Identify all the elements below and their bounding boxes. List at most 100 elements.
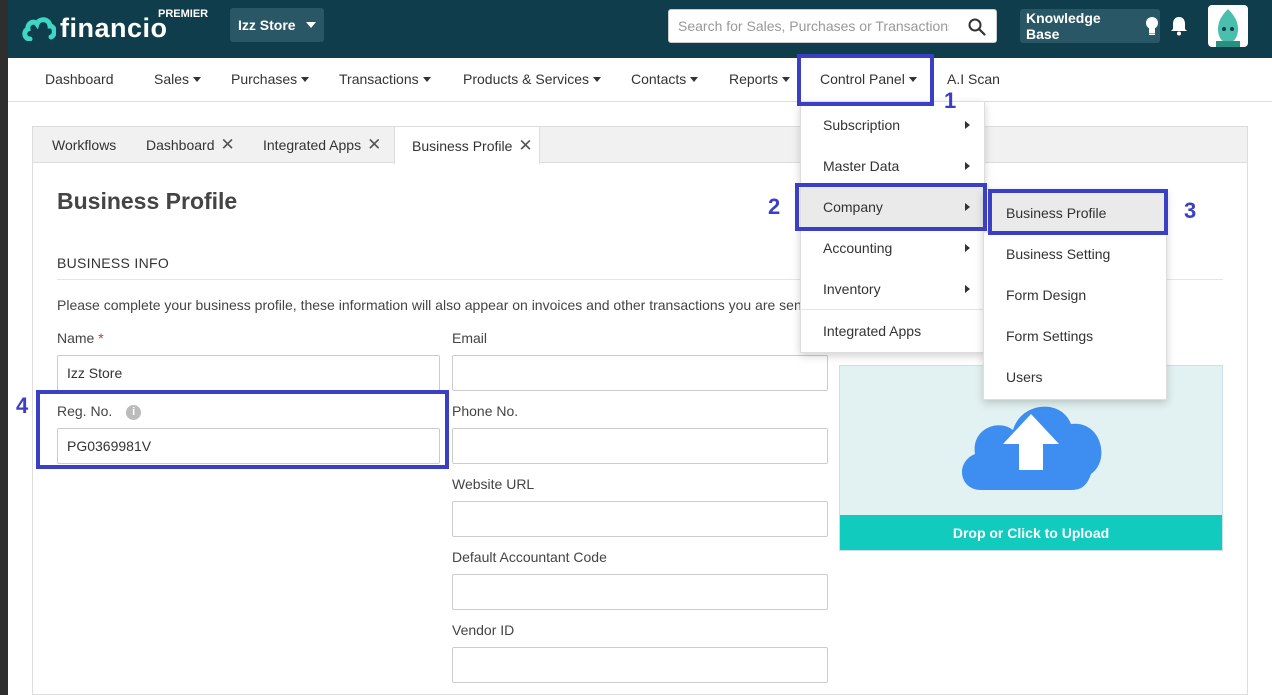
website-label: Website URL <box>452 476 535 492</box>
nav-sales-label: Sales <box>154 71 190 87</box>
section-heading: BUSINESS INFO <box>57 255 170 271</box>
step-number-3: 3 <box>1184 198 1197 223</box>
global-search <box>668 9 997 43</box>
name-label: Name * <box>57 330 104 346</box>
chevron-down-icon <box>422 76 431 82</box>
menu-item-form-settings[interactable]: Form Settings <box>984 315 1166 356</box>
avatar[interactable] <box>1208 5 1248 47</box>
nav-transactions-label: Transactions <box>339 71 419 87</box>
nav-reports-label: Reports <box>729 71 779 87</box>
tab-integrated-apps[interactable]: Integrated Apps ✕ <box>263 127 381 163</box>
required-mark: * <box>98 330 104 346</box>
step-number-4: 4 <box>16 393 29 418</box>
chevron-down-icon <box>690 76 699 82</box>
menu-item-label: Business Setting <box>1006 245 1111 262</box>
nav-products-label: Products & Services <box>463 71 590 87</box>
logo-text: financio <box>60 12 168 43</box>
accountant-code-field[interactable] <box>452 574 828 610</box>
nav-contacts-label: Contacts <box>631 71 687 87</box>
menu-item-label: Integrated Apps <box>823 322 922 339</box>
email-label: Email <box>452 330 488 346</box>
nav-products-services[interactable]: Products & Services <box>463 71 602 87</box>
menu-item-label: Master Data <box>823 157 900 174</box>
highlight-company <box>795 183 987 231</box>
nav-ai-scan[interactable]: A.I Scan <box>947 71 1000 87</box>
menu-item-business-setting[interactable]: Business Setting <box>984 233 1166 274</box>
menu-item-label: Inventory <box>823 280 881 297</box>
page-description: Please complete your business profile, t… <box>57 297 802 313</box>
plan-badge: PREMIER <box>158 8 209 20</box>
nav-transactions[interactable]: Transactions <box>339 71 431 87</box>
vendor-id-field[interactable] <box>452 647 828 683</box>
chevron-right-icon <box>965 285 970 293</box>
website-field[interactable] <box>452 501 828 537</box>
page-title: Business Profile <box>57 188 238 214</box>
accountant-code-label: Default Accountant Code <box>452 549 607 565</box>
menu-item-accounting[interactable]: Accounting <box>801 227 984 268</box>
name-field[interactable] <box>57 355 440 391</box>
highlight-reg-no <box>36 390 449 469</box>
logo-cloud-icon <box>22 17 56 41</box>
store-selector[interactable]: Izz Store <box>230 8 324 42</box>
nav-dashboard[interactable]: Dashboard <box>45 71 114 87</box>
chevron-right-icon <box>965 162 970 170</box>
chevron-down-icon <box>593 76 602 82</box>
menu-item-label: Form Design <box>1006 286 1087 303</box>
lightbulb-icon <box>1146 17 1158 35</box>
cloud-upload-icon <box>962 406 1102 490</box>
main-navigation: Dashboard Sales Purchases Transactions P… <box>8 58 1272 102</box>
vendor-id-label: Vendor ID <box>452 622 515 638</box>
app-window: financio PREMIER Izz Store Knowledge Bas… <box>8 0 1272 695</box>
highlight-business-profile <box>988 189 1168 235</box>
menu-item-master-data[interactable]: Master Data <box>801 145 984 186</box>
bell-icon[interactable] <box>1170 16 1188 36</box>
menu-item-inventory[interactable]: Inventory <box>801 268 984 309</box>
tab-strip: Workflows Dashboard ✕ Integrated Apps ✕ … <box>33 127 1247 164</box>
top-bar: financio PREMIER Izz Store Knowledge Bas… <box>8 0 1272 58</box>
nav-ai-scan-label: A.I Scan <box>947 71 1000 87</box>
phone-label: Phone No. <box>452 403 519 419</box>
menu-item-form-design[interactable]: Form Design <box>984 274 1166 315</box>
menu-item-integrated-apps[interactable]: Integrated Apps <box>801 310 984 351</box>
user-avatar-icon <box>1216 9 1240 47</box>
search-input[interactable] <box>669 10 949 42</box>
store-name: Izz Store <box>238 17 296 33</box>
step-number-1: 1 <box>944 88 957 113</box>
nav-purchases[interactable]: Purchases <box>231 71 310 87</box>
menu-item-label: Form Settings <box>1006 327 1094 344</box>
close-icon[interactable]: ✕ <box>221 135 235 155</box>
close-icon[interactable]: ✕ <box>518 136 532 156</box>
chevron-down-icon <box>305 22 316 28</box>
name-label-text: Name <box>57 330 95 346</box>
chevron-down-icon <box>193 76 202 82</box>
menu-item-subscription[interactable]: Subscription <box>801 104 984 145</box>
phone-field[interactable] <box>452 428 828 464</box>
tab-workflows[interactable]: Workflows <box>52 127 116 163</box>
menu-item-label: Accounting <box>823 239 893 256</box>
nav-sales[interactable]: Sales <box>154 71 202 87</box>
search-icon[interactable] <box>968 18 986 36</box>
tab-business-profile-label: Business Profile <box>412 137 513 154</box>
close-icon[interactable]: ✕ <box>367 135 381 155</box>
tab-workflows-label: Workflows <box>52 137 117 153</box>
email-field[interactable] <box>452 355 828 391</box>
highlight-control-panel <box>797 54 934 106</box>
financio-logo[interactable]: financio <box>22 10 168 46</box>
nav-dashboard-label: Dashboard <box>45 71 114 87</box>
menu-item-label: Users <box>1006 368 1043 385</box>
nav-purchases-label: Purchases <box>231 71 298 87</box>
chevron-down-icon <box>301 76 310 82</box>
step-number-2: 2 <box>768 194 781 219</box>
upload-button[interactable]: Drop or Click to Upload <box>840 515 1222 550</box>
tab-dashboard[interactable]: Dashboard ✕ <box>146 127 235 163</box>
tab-business-profile[interactable]: Business Profile ✕ <box>394 127 540 164</box>
tab-integrated-apps-label: Integrated Apps <box>263 137 362 153</box>
chevron-right-icon <box>965 121 970 129</box>
nav-contacts[interactable]: Contacts <box>631 71 699 87</box>
nav-reports[interactable]: Reports <box>729 71 791 87</box>
knowledge-base-label: Knowledge Base <box>1026 10 1101 42</box>
menu-item-label: Subscription <box>823 116 901 133</box>
menu-item-users[interactable]: Users <box>984 356 1166 397</box>
tab-dashboard-label: Dashboard <box>146 137 215 153</box>
knowledge-base-button[interactable]: Knowledge Base <box>1020 9 1160 43</box>
